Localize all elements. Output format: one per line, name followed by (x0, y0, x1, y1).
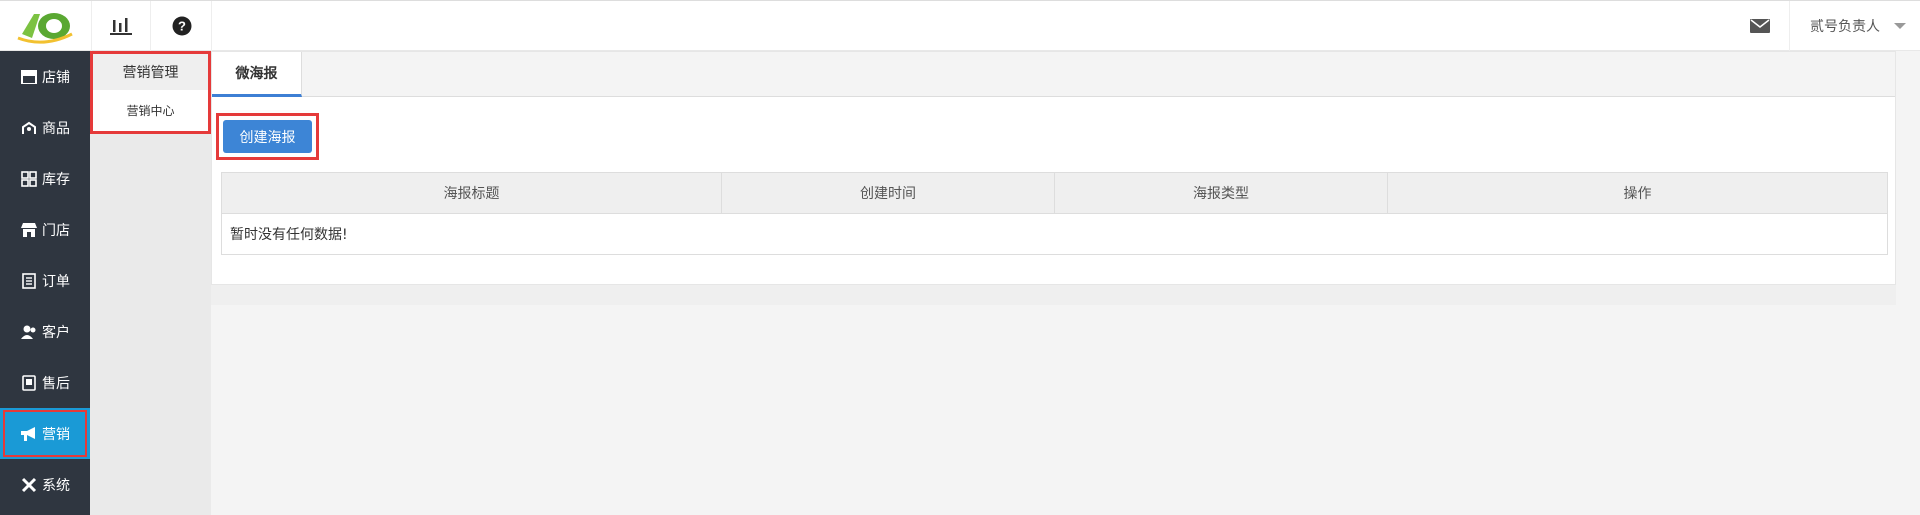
tab-bar: 微海报 (212, 52, 1895, 97)
content-panel: 微海报 创建海报 海报标题 创建时间 海报类型 操作 暂时没有任何数据! (211, 51, 1896, 285)
shop-front-icon (20, 221, 38, 239)
column-header: 海报标题 (222, 173, 722, 213)
tools-icon (20, 476, 38, 494)
sidebar-item-inventory[interactable]: 库存 (0, 153, 90, 204)
bar-chart-icon (110, 18, 132, 35)
sidebar-item-label: 商品 (42, 120, 70, 137)
sidebar-item-goods[interactable]: 商品 (0, 102, 90, 153)
sidebar-item-label: 客户 (42, 324, 70, 341)
help-button[interactable]: ? (152, 1, 212, 51)
sidebar-item-marketing[interactable]: 营销 (0, 408, 90, 459)
stats-button[interactable] (91, 1, 151, 51)
sidebar-item-system[interactable]: 系统 (0, 459, 90, 510)
sidebar-item-label: 库存 (42, 171, 70, 188)
sidebar-item-label: 店铺 (42, 69, 70, 86)
sidebar-item-label: 系统 (42, 477, 70, 494)
content-footer (211, 285, 1896, 305)
column-header: 海报类型 (1055, 173, 1388, 213)
sidebar-item-label: 订单 (42, 273, 70, 290)
table-header: 海报标题 创建时间 海报类型 操作 (222, 173, 1887, 214)
user-name: 贰号负责人 (1810, 19, 1880, 35)
order-icon (20, 272, 38, 290)
messages-button[interactable] (1730, 1, 1790, 51)
main-sidebar: 店铺 商品 库存 门店 订单 客户 售后 营销 系统 (0, 51, 90, 515)
submenu-title: 营销管理 (93, 54, 208, 90)
customer-icon (20, 323, 38, 341)
chevron-down-icon (1894, 23, 1906, 29)
sidebar-item-label: 营销 (42, 426, 70, 443)
sidebar-item-label: 售后 (42, 375, 70, 392)
marketing-submenu: 营销管理 营销中心 (90, 51, 211, 134)
sidebar-item-store[interactable]: 店铺 (0, 51, 90, 102)
create-button-highlight: 创建海报 (216, 113, 319, 160)
sidebar-item-shopfront[interactable]: 门店 (0, 204, 90, 255)
empty-state-text: 暂时没有任何数据! (230, 227, 348, 243)
svg-text:?: ? (178, 19, 186, 34)
tab-micro-poster[interactable]: 微海报 (212, 52, 302, 97)
mail-icon (1749, 19, 1770, 33)
brand-logo[interactable] (0, 1, 90, 51)
store-icon (20, 68, 38, 86)
column-header: 操作 (1623, 186, 1652, 202)
megaphone-icon (20, 425, 38, 443)
after-sales-icon (20, 374, 38, 392)
user-menu[interactable]: 贰号负责人 (1790, 1, 1920, 51)
inventory-icon (20, 170, 38, 188)
secondary-sidebar: 营销管理 营销中心 (90, 51, 211, 515)
submenu-item-marketing-center[interactable]: 营销中心 (93, 90, 208, 130)
column-header: 创建时间 (722, 173, 1055, 213)
sidebar-item-customers[interactable]: 客户 (0, 306, 90, 357)
poster-table: 海报标题 创建时间 海报类型 操作 暂时没有任何数据! (221, 172, 1888, 255)
sidebar-item-orders[interactable]: 订单 (0, 255, 90, 306)
sidebar-item-label: 门店 (42, 222, 70, 239)
sidebar-item-aftersales[interactable]: 售后 (0, 357, 90, 408)
help-circle-icon: ? (172, 16, 191, 36)
top-header: ? 贰号负责人 (0, 0, 1920, 51)
goods-icon (20, 119, 38, 137)
create-poster-button[interactable]: 创建海报 (223, 120, 312, 153)
